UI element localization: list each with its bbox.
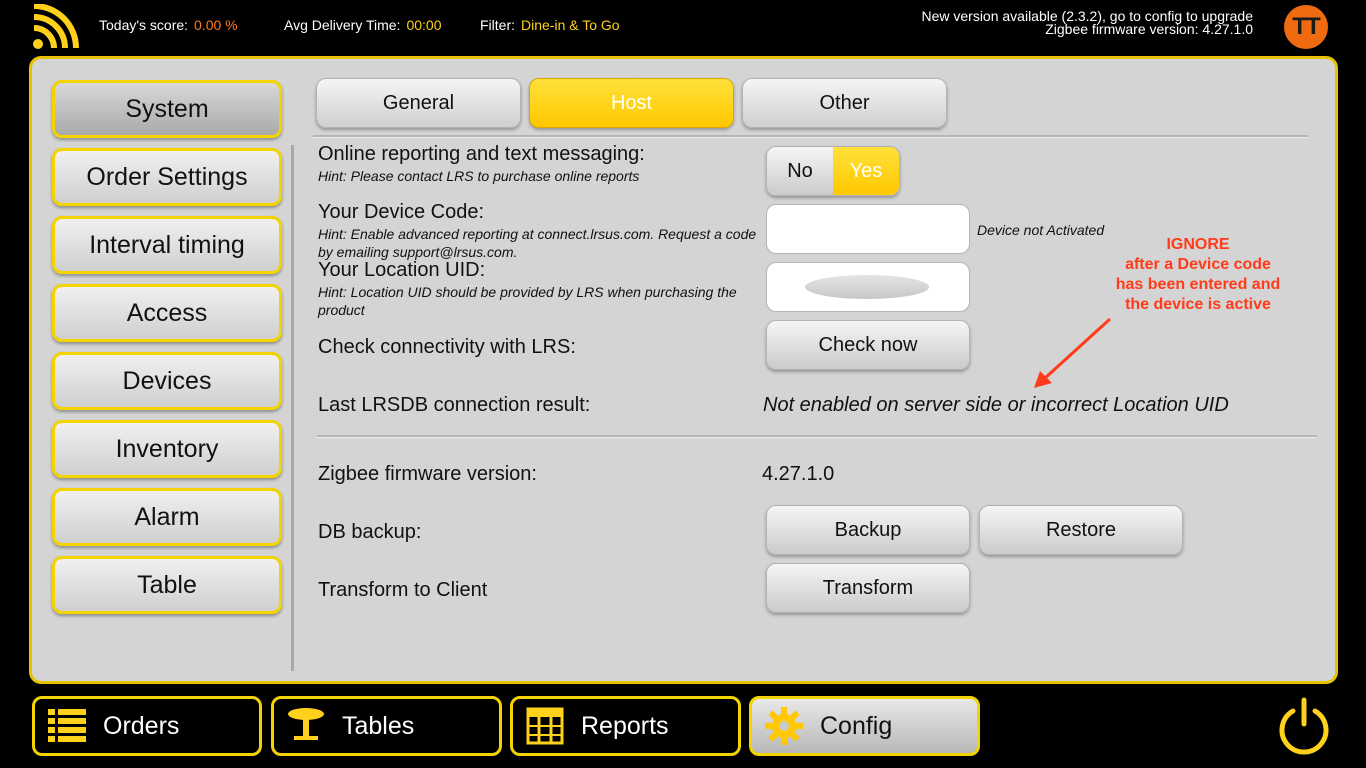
nav-reports-button[interactable]: Reports bbox=[510, 696, 741, 756]
nav-orders-label: Orders bbox=[103, 711, 180, 740]
online-reporting-toggle[interactable]: No Yes bbox=[766, 146, 900, 196]
nav-config-label: Config bbox=[820, 711, 893, 740]
gear-icon bbox=[764, 706, 804, 746]
nav-tables-label: Tables bbox=[342, 711, 415, 740]
avg-delivery-time: Avg Delivery Time: 00:00 bbox=[284, 17, 442, 33]
list-icon bbox=[47, 706, 87, 746]
avg-label: Avg Delivery Time: bbox=[284, 17, 401, 33]
table-icon bbox=[286, 706, 326, 746]
score-label: Today's score: bbox=[99, 17, 189, 33]
check-now-button[interactable]: Check now bbox=[766, 320, 970, 370]
filter-label: Filter: bbox=[480, 17, 515, 33]
settings-panel: System Order Settings Interval timing Ac… bbox=[29, 56, 1338, 684]
nav-config-button[interactable]: Config bbox=[749, 696, 980, 756]
tabs-divider bbox=[313, 135, 1308, 138]
toggle-yes[interactable]: Yes bbox=[833, 147, 899, 195]
location-uid-label: Your Location UID: bbox=[318, 259, 486, 281]
avatar[interactable]: TT bbox=[1284, 5, 1328, 49]
signal-icon bbox=[33, 4, 79, 49]
sidebar-item-table[interactable]: Table bbox=[52, 556, 282, 614]
nav-reports-label: Reports bbox=[581, 711, 669, 740]
top-bar: Today's score: 0.00 % Avg Delivery Time: 0… bbox=[0, 0, 1366, 52]
sidebar-item-order-settings[interactable]: Order Settings bbox=[52, 148, 282, 206]
filter-value[interactable]: Dine-in & To Go bbox=[521, 17, 620, 33]
sidebar-item-access[interactable]: Access bbox=[52, 284, 282, 342]
zigbee-firmware-value: 4.27.1.0 bbox=[762, 463, 835, 485]
check-connectivity-label: Check connectivity with LRS: bbox=[318, 336, 576, 358]
device-status: Device not Activated bbox=[977, 222, 1105, 238]
db-backup-label: DB backup: bbox=[318, 521, 422, 543]
filter[interactable]: Filter: Dine-in & To Go bbox=[480, 17, 620, 33]
device-code-label: Your Device Code: bbox=[318, 201, 485, 223]
tab-other[interactable]: Other bbox=[742, 78, 947, 128]
update-notice[interactable]: New version available (2.3.2), go to con… bbox=[921, 9, 1253, 37]
annotation-line-3: has been entered and bbox=[1115, 276, 1281, 293]
app-root: Today's score: 0.00 % Avg Delivery Time: 0… bbox=[0, 0, 1366, 768]
location-uid-hint: Hint: Location UID should be provided by… bbox=[318, 284, 737, 318]
annotation-line-4: the device is active bbox=[1125, 296, 1271, 313]
last-connection-result: Not enabled on server side or incorrect … bbox=[763, 394, 1229, 416]
online-reporting-hint: Hint: Please contact LRS to purchase onl… bbox=[318, 168, 640, 184]
sidebar-divider bbox=[291, 145, 294, 671]
score-value: 0.00 % bbox=[194, 17, 238, 33]
device-code-input[interactable] bbox=[766, 204, 970, 254]
notice-line-2: Zigbee firmware version: 4.27.1.0 bbox=[1045, 21, 1253, 37]
location-uid-input[interactable] bbox=[766, 262, 970, 312]
annotation-arrow-icon bbox=[1034, 317, 1112, 388]
device-code-hint: Hint: Enable advanced reporting at conne… bbox=[318, 226, 757, 260]
sidebar-item-system[interactable]: System bbox=[52, 80, 282, 138]
avg-value: 00:00 bbox=[406, 17, 442, 33]
restore-button[interactable]: Restore bbox=[979, 505, 1183, 555]
sidebar-item-inventory[interactable]: Inventory bbox=[52, 420, 282, 478]
section-divider bbox=[317, 435, 1317, 438]
transform-label: Transform to Client bbox=[318, 579, 488, 601]
backup-button[interactable]: Backup bbox=[766, 505, 970, 555]
transform-button[interactable]: Transform bbox=[766, 563, 970, 613]
tab-host[interactable]: Host bbox=[529, 78, 734, 128]
nav-tables-button[interactable]: Tables bbox=[271, 696, 502, 756]
sidebar-item-devices[interactable]: Devices bbox=[52, 352, 282, 410]
sidebar-item-interval-timing[interactable]: Interval timing bbox=[52, 216, 282, 274]
grid-report-icon bbox=[525, 706, 565, 746]
toggle-no[interactable]: No bbox=[767, 147, 833, 195]
redacted-value bbox=[805, 275, 929, 299]
last-connection-label: Last LRSDB connection result: bbox=[318, 394, 591, 416]
zigbee-firmware-label: Zigbee firmware version: bbox=[318, 463, 537, 485]
nav-orders-button[interactable]: Orders bbox=[32, 696, 262, 756]
power-icon[interactable] bbox=[1276, 697, 1332, 755]
tab-general[interactable]: General bbox=[316, 78, 521, 128]
todays-score: Today's score: 0.00 % bbox=[99, 17, 238, 33]
sidebar-item-alarm[interactable]: Alarm bbox=[52, 488, 282, 546]
annotation-line-1: IGNORE bbox=[1166, 236, 1230, 253]
annotation-note: IGNORE after a Device code has been ente… bbox=[1098, 235, 1298, 315]
annotation-line-2: after a Device code bbox=[1125, 256, 1271, 273]
online-reporting-label: Online reporting and text messaging: bbox=[318, 143, 645, 165]
